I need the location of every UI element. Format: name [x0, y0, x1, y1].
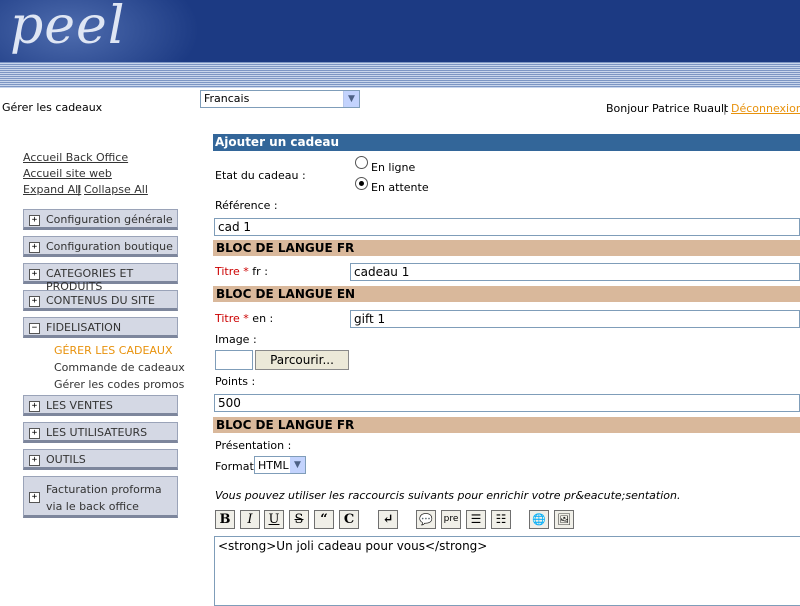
browse-button[interactable]: Parcourir...: [255, 350, 349, 370]
status-label: Etat du cadeau :: [215, 169, 306, 182]
presentation-editor[interactable]: <strong>Un joli cadeau pour vous</strong…: [214, 536, 800, 606]
expand-icon: +: [29, 296, 40, 307]
backoffice-home-link[interactable]: Accueil Back Office: [23, 151, 128, 164]
shortcuts-hint: Vous pouvez utiliser les raccourcis suiv…: [215, 489, 681, 502]
line-break-button[interactable]: ↵: [378, 510, 398, 529]
expand-all-link[interactable]: Expand All: [23, 183, 81, 196]
menu-fidelisation[interactable]: − FIDELISATION: [23, 317, 178, 338]
chevron-down-icon[interactable]: ▼: [290, 457, 305, 473]
language-block-fr-header: BLOC DE LANGUE FR: [213, 240, 800, 256]
header-banner: peel: [0, 0, 800, 62]
status-online-radio[interactable]: [355, 156, 368, 169]
format-label: Format: [215, 460, 254, 473]
radio-selected-dot: [359, 181, 364, 186]
peel-logo: peel: [10, 0, 126, 56]
menu-label: Configuration boutique: [46, 240, 173, 253]
link-separator: |: [77, 183, 81, 196]
menu-label: CONTENUS DU SITE: [46, 294, 155, 307]
language-block-fr2-header: BLOC DE LANGUE FR: [213, 417, 800, 433]
reference-label: Référence :: [215, 199, 278, 212]
format-select-value: HTML: [258, 459, 289, 472]
menu-label: FIDELISATION: [46, 321, 122, 334]
points-label: Points :: [215, 375, 256, 388]
title-en-suffix: en :: [248, 312, 274, 325]
logout-link[interactable]: Déconnexion: [731, 102, 800, 115]
menu-label: LES VENTES: [46, 399, 113, 412]
title-fr-label-text: Titre: [215, 265, 240, 278]
bold-button[interactable]: B: [215, 510, 235, 529]
strikethrough-button[interactable]: S: [289, 510, 309, 529]
language-block-en-header: BLOC DE LANGUE EN: [213, 286, 800, 302]
menu-les-utilisateurs[interactable]: + LES UTILISATEURS: [23, 422, 178, 443]
title-en-label: Titre * en :: [215, 312, 273, 325]
menu-outils[interactable]: + OUTILS: [23, 449, 178, 470]
menu-les-ventes[interactable]: + LES VENTES: [23, 395, 178, 416]
image-label: Image :: [215, 333, 257, 346]
form-title: Ajouter un cadeau: [213, 134, 800, 151]
pre-button[interactable]: pre: [441, 510, 461, 529]
required-mark: *: [239, 312, 249, 325]
expand-icon: +: [29, 215, 40, 226]
status-pending-radio[interactable]: [355, 177, 368, 190]
submenu-codes-promos[interactable]: Gérer les codes promos: [54, 378, 184, 391]
underline-button[interactable]: U: [264, 510, 284, 529]
numbered-list-button[interactable]: ☷: [491, 510, 511, 529]
submenu-commande-cadeaux[interactable]: Commande de cadeaux: [54, 361, 185, 374]
greeting-text: Bonjour Patrice Ruault: [606, 102, 729, 115]
menu-configuration-boutique[interactable]: + Configuration boutique: [23, 236, 178, 257]
title-fr-label: Titre * fr :: [215, 265, 268, 278]
menu-contenus-site[interactable]: + CONTENUS DU SITE: [23, 290, 178, 311]
insert-link-button[interactable]: 🌐: [529, 510, 549, 529]
required-mark: *: [239, 265, 249, 278]
quote-button[interactable]: “: [314, 510, 334, 529]
page-title: Gérer les cadeaux: [2, 101, 103, 114]
italic-button[interactable]: I: [240, 510, 260, 529]
title-fr-suffix: fr :: [248, 265, 268, 278]
menu-label: Facturation proforma via le back office: [46, 483, 162, 513]
language-select[interactable]: Francais ▼: [200, 90, 360, 108]
chevron-down-icon[interactable]: ▼: [343, 91, 359, 107]
collapse-icon: −: [29, 323, 40, 334]
website-home-link[interactable]: Accueil site web: [23, 167, 112, 180]
submenu-gerer-cadeaux[interactable]: GÉRER LES CADEAUX: [54, 344, 173, 357]
comment-button[interactable]: 💬: [416, 510, 436, 529]
menu-label: LES UTILISATEURS: [46, 426, 148, 439]
menu-label: Configuration générale: [46, 213, 173, 226]
points-input[interactable]: 500: [214, 394, 800, 412]
title-en-label-text: Titre: [215, 312, 240, 325]
menu-facturation-proforma[interactable]: + Facturation proforma via le back offic…: [23, 476, 178, 518]
title-fr-input[interactable]: cadeau 1: [350, 263, 800, 281]
collapse-all-link[interactable]: Collapse All: [84, 183, 148, 196]
expand-icon: +: [29, 455, 40, 466]
expand-icon: +: [29, 401, 40, 412]
expand-icon: +: [29, 242, 40, 253]
expand-icon: +: [29, 269, 40, 280]
menu-configuration-generale[interactable]: + Configuration générale: [23, 209, 178, 230]
language-select-value: Francais: [204, 92, 250, 105]
reference-input[interactable]: cad 1: [214, 218, 800, 236]
bullet-list-button[interactable]: ☰: [466, 510, 486, 529]
greeting-separator: |: [723, 102, 727, 115]
header-stripes: [0, 62, 800, 88]
insert-image-button[interactable]: 🖼: [554, 510, 574, 529]
format-select[interactable]: HTML ▼: [254, 456, 306, 474]
menu-categories-produits[interactable]: + CATEGORIES ET PRODUITS: [23, 263, 178, 293]
status-online-label: En ligne: [371, 161, 416, 174]
expand-icon: +: [29, 428, 40, 439]
image-file-input[interactable]: [215, 350, 253, 370]
code-button[interactable]: C: [339, 510, 359, 529]
presentation-label: Présentation :: [215, 439, 292, 452]
title-en-input[interactable]: gift 1: [350, 310, 800, 328]
status-pending-label: En attente: [371, 181, 429, 194]
menu-label: OUTILS: [46, 453, 86, 466]
expand-icon: +: [29, 492, 40, 503]
